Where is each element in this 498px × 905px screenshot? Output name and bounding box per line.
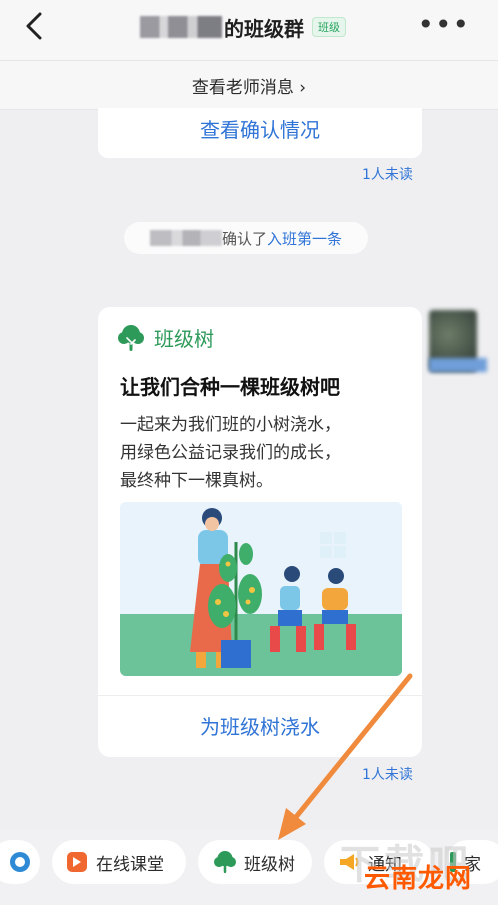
watermark-text: 云南龙网 xyxy=(364,864,473,894)
card-desc-line: 用绿色公益记录我们的成长， xyxy=(120,443,341,463)
chip-assistant[interactable] xyxy=(0,840,40,884)
previous-message-card: 查看确认情况 xyxy=(98,108,422,158)
avatar-blur-strip xyxy=(429,358,487,372)
tree-icon xyxy=(118,324,144,351)
teacher-messages-bar[interactable]: 查看老师消息 › xyxy=(0,60,498,110)
more-options-icon[interactable]: ••• xyxy=(417,8,470,41)
system-message: 确认了 入班第一条 xyxy=(124,222,368,254)
view-teacher-messages-link[interactable]: 查看老师消息 › xyxy=(0,73,498,98)
unread-count-label[interactable]: 1人未读 xyxy=(362,764,413,784)
card-app-header: 班级树 xyxy=(118,323,214,352)
class-badge: 班级 xyxy=(312,17,346,37)
chip-class-tree[interactable]: 班级树 xyxy=(198,840,312,884)
view-confirmation-link[interactable]: 查看确认情况 xyxy=(98,114,422,143)
system-message-link[interactable]: 入班第一条 xyxy=(267,228,342,249)
blurred-group-name xyxy=(140,16,222,38)
chat-header: 的班级群 班级 ••• xyxy=(0,0,498,60)
chip-class-tree-label: 班级树 xyxy=(244,854,295,875)
unread-count-label[interactable]: 1人未读 xyxy=(362,164,413,184)
card-app-name: 班级树 xyxy=(154,327,214,351)
card-divider xyxy=(98,695,422,696)
tree-icon xyxy=(214,851,236,873)
chip-online-class[interactable]: 在线课堂 xyxy=(52,840,186,884)
tree-planting-illustration xyxy=(120,502,402,676)
chat-title-text: 的班级群 xyxy=(224,16,304,41)
assistant-icon xyxy=(10,852,30,872)
system-message-text: 确认了 xyxy=(221,229,267,248)
card-desc-line: 最终种下一棵真树。 xyxy=(120,471,273,491)
card-description: 一起来为我们班的小树浇水， 用绿色公益记录我们的成长， 最终种下一棵真树。 xyxy=(120,411,410,495)
class-tree-card[interactable]: 班级树 让我们合种一棵班级树吧 一起来为我们班的小树浇水， 用绿色公益记录我们的… xyxy=(98,307,422,757)
water-class-tree-button[interactable]: 为班级树浇水 xyxy=(98,711,422,740)
online-class-icon xyxy=(67,852,87,872)
chip-online-class-label: 在线课堂 xyxy=(96,854,164,875)
chat-title: 的班级群 班级 xyxy=(140,10,346,44)
card-title: 让我们合种一棵班级树吧 xyxy=(120,375,340,399)
blurred-user-name xyxy=(149,230,222,246)
card-desc-line: 一起来为我们班的小树浇水， xyxy=(120,415,341,435)
back-arrow-icon[interactable] xyxy=(18,8,54,44)
